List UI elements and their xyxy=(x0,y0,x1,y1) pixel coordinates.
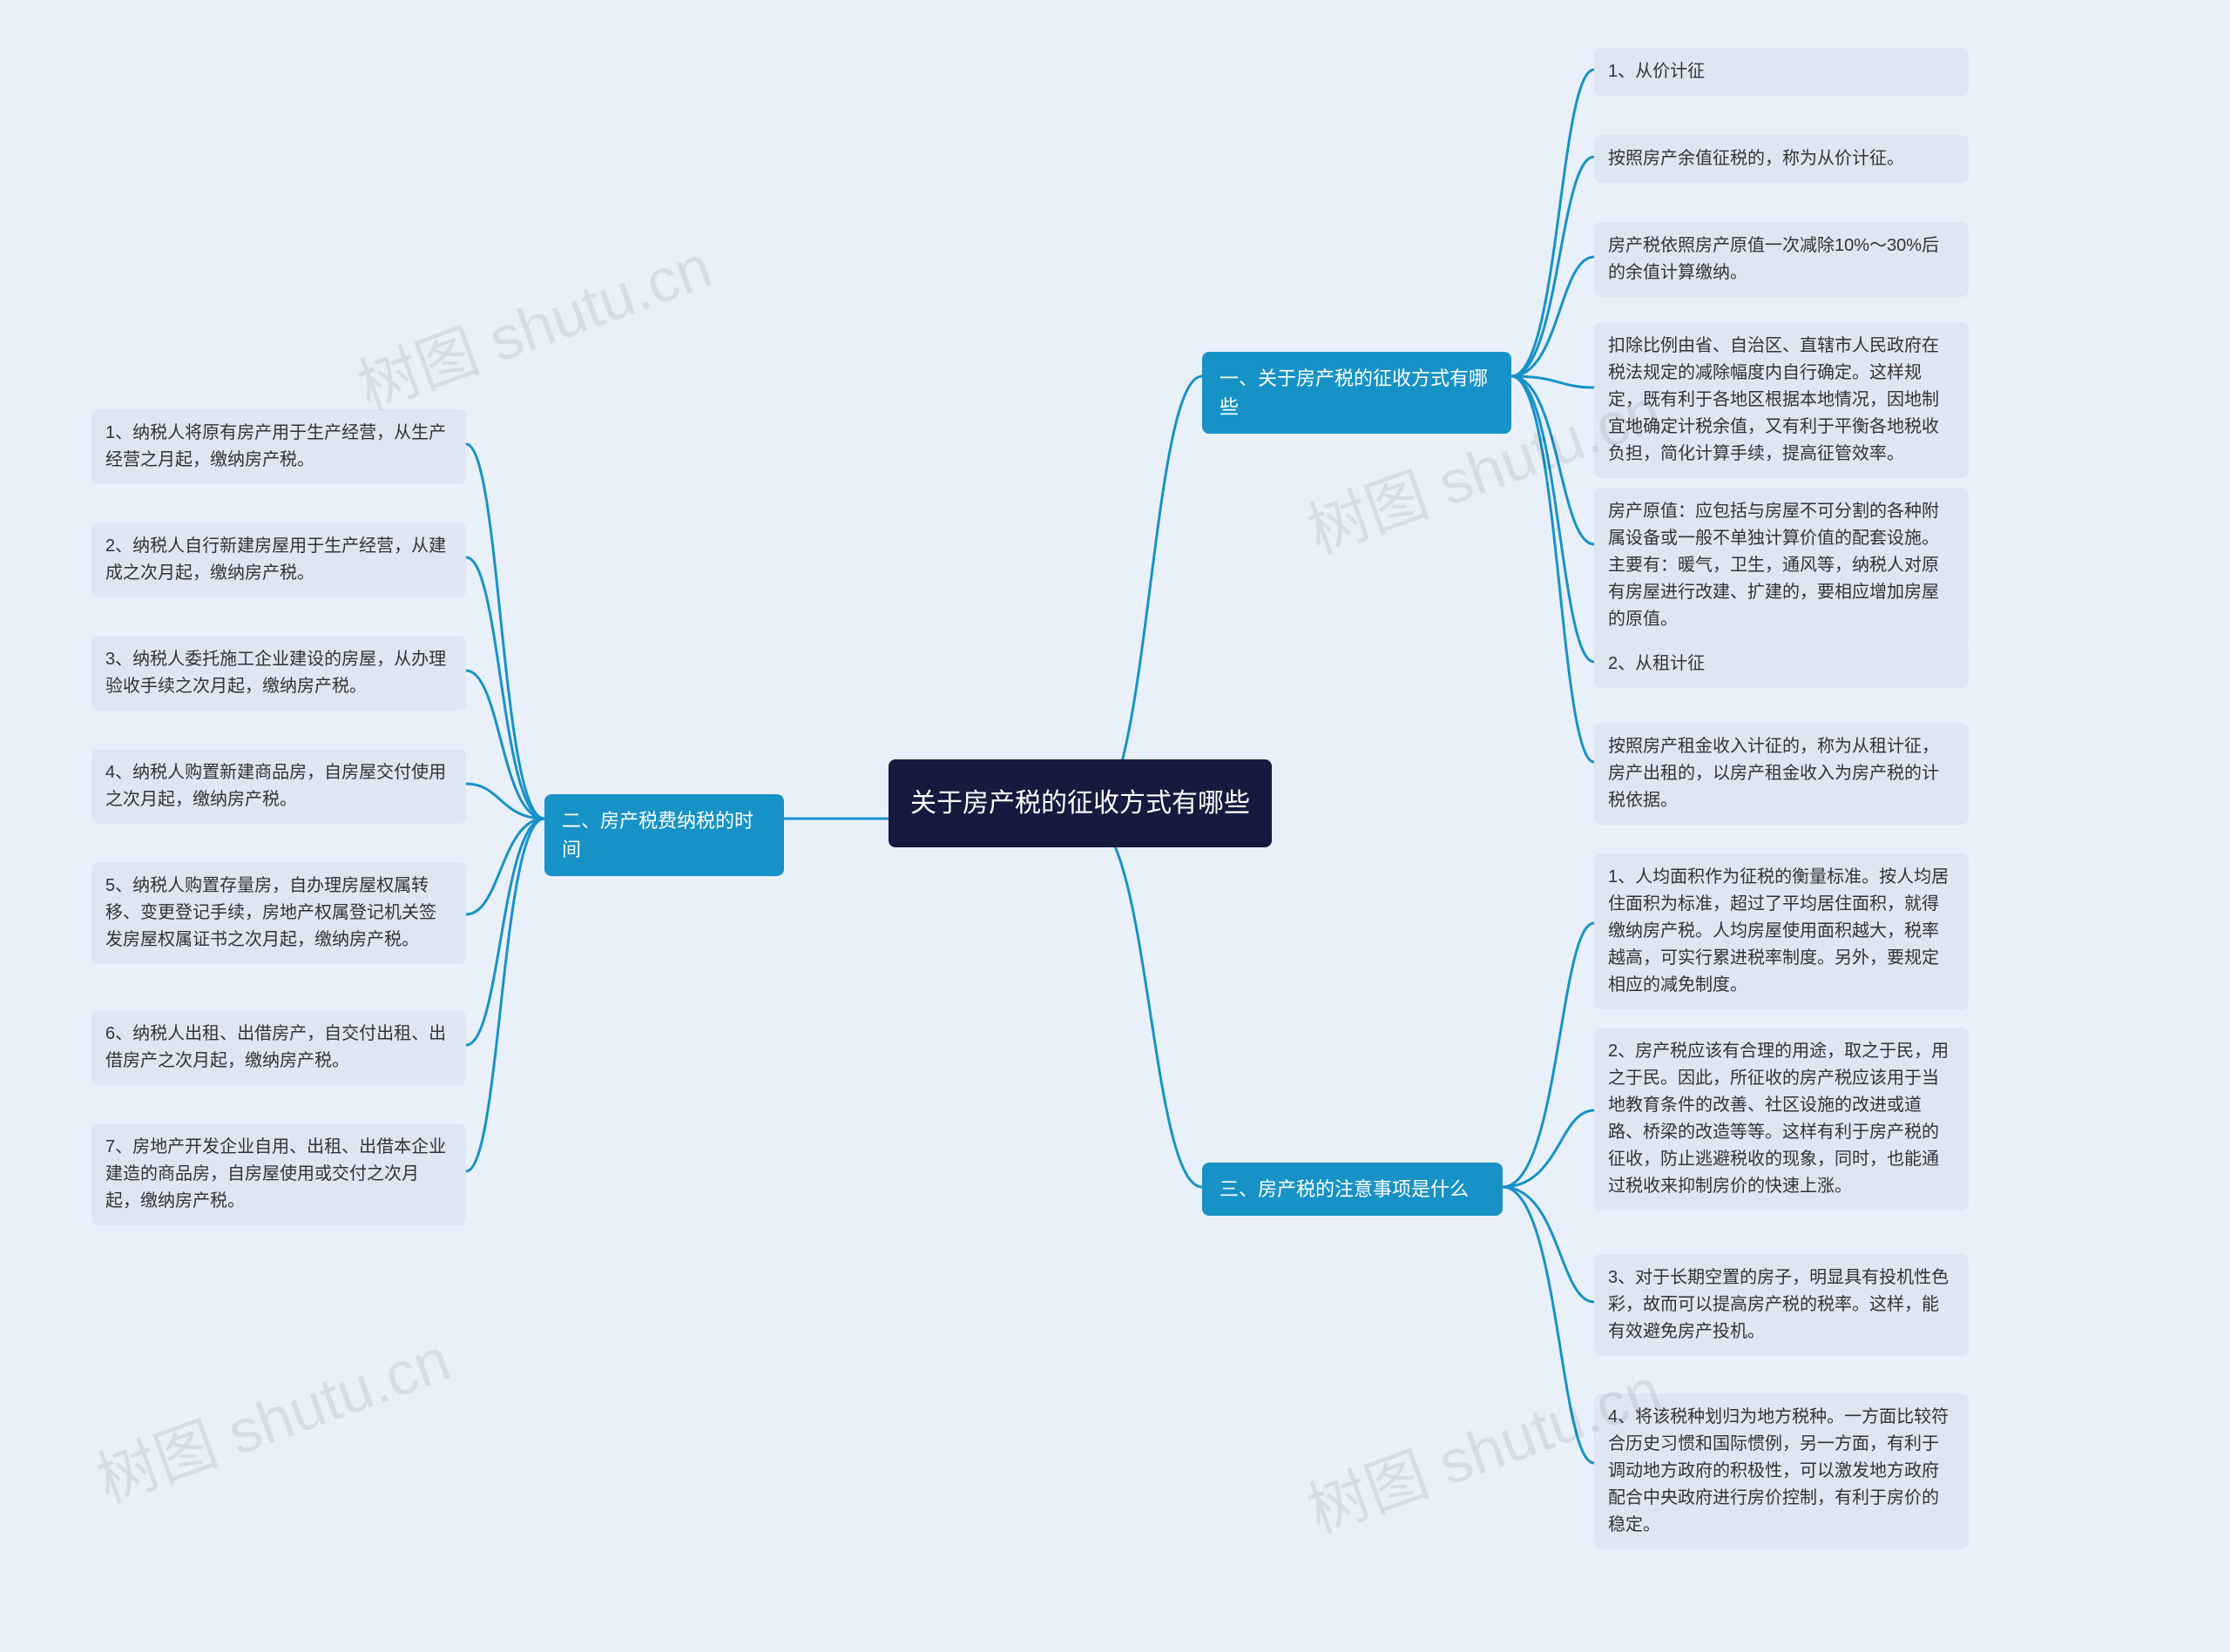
branch3-item-2[interactable]: 3、对于长期空置的房子，明显具有投机性色彩，故而可以提高房产税的税率。这样，能有… xyxy=(1594,1254,1969,1356)
branch-one[interactable]: 一、关于房产税的征收方式有哪些 xyxy=(1202,352,1511,434)
branch1-item-6[interactable]: 按照房产租金收入计征的，称为从租计征，房产出租的，以房产租金收入为房产税的计税依… xyxy=(1594,723,1969,825)
branch2-item-3[interactable]: 4、纳税人购置新建商品房，自房屋交付使用之次月起，缴纳房产税。 xyxy=(91,749,466,824)
branch-two[interactable]: 二、房产税费纳税的时间 xyxy=(544,794,784,876)
branch1-item-1[interactable]: 按照房产余值征税的，称为从价计征。 xyxy=(1594,135,1969,183)
branch2-item-0[interactable]: 1、纳税人将原有房产用于生产经营，从生产经营之月起，缴纳房产税。 xyxy=(91,409,466,484)
branch2-item-4[interactable]: 5、纳税人购置存量房，自办理房屋权属转移、变更登记手续，房地产权属登记机关签发房… xyxy=(91,862,466,964)
branch1-item-4[interactable]: 房产原值：应包括与房屋不可分割的各种附属设备或一般不单独计算价值的配套设施。主要… xyxy=(1594,488,1969,644)
branch2-item-1[interactable]: 2、纳税人自行新建房屋用于生产经营，从建成之次月起，缴纳房产税。 xyxy=(91,523,466,597)
branch1-item-5[interactable]: 2、从租计征 xyxy=(1594,640,1969,688)
branch1-item-3[interactable]: 扣除比例由省、自治区、直辖市人民政府在税法规定的减除幅度内自行确定。这样规定，既… xyxy=(1594,322,1969,478)
branch2-item-5[interactable]: 6、纳税人出租、出借房产，自交付出租、出借房产之次月起，缴纳房产税。 xyxy=(91,1010,466,1085)
branch3-item-1[interactable]: 2、房产税应该有合理的用途，取之于民，用之于民。因此，所征收的房产税应该用于当地… xyxy=(1594,1028,1969,1210)
branch1-item-2[interactable]: 房产税依照房产原值一次减除10%～30%后的余值计算缴纳。 xyxy=(1594,222,1969,297)
branch3-item-3[interactable]: 4、将该税种划归为地方税种。一方面比较符合历史习惯和国际惯例，另一方面，有利于调… xyxy=(1594,1393,1969,1549)
branch-three[interactable]: 三、房产税的注意事项是什么 xyxy=(1202,1163,1503,1216)
branch2-item-6[interactable]: 7、房地产开发企业自用、出租、出借本企业建造的商品房，自房屋使用或交付之次月起，… xyxy=(91,1123,466,1225)
branch3-item-0[interactable]: 1、人均面积作为征税的衡量标准。按人均居住面积为标准，超过了平均居住面积，就得缴… xyxy=(1594,853,1969,1009)
root-node[interactable]: 关于房产税的征收方式有哪些 xyxy=(889,759,1272,847)
branch1-item-0[interactable]: 1、从价计征 xyxy=(1594,48,1969,96)
branch2-item-2[interactable]: 3、纳税人委托施工企业建设的房屋，从办理验收手续之次月起，缴纳房产税。 xyxy=(91,636,466,711)
